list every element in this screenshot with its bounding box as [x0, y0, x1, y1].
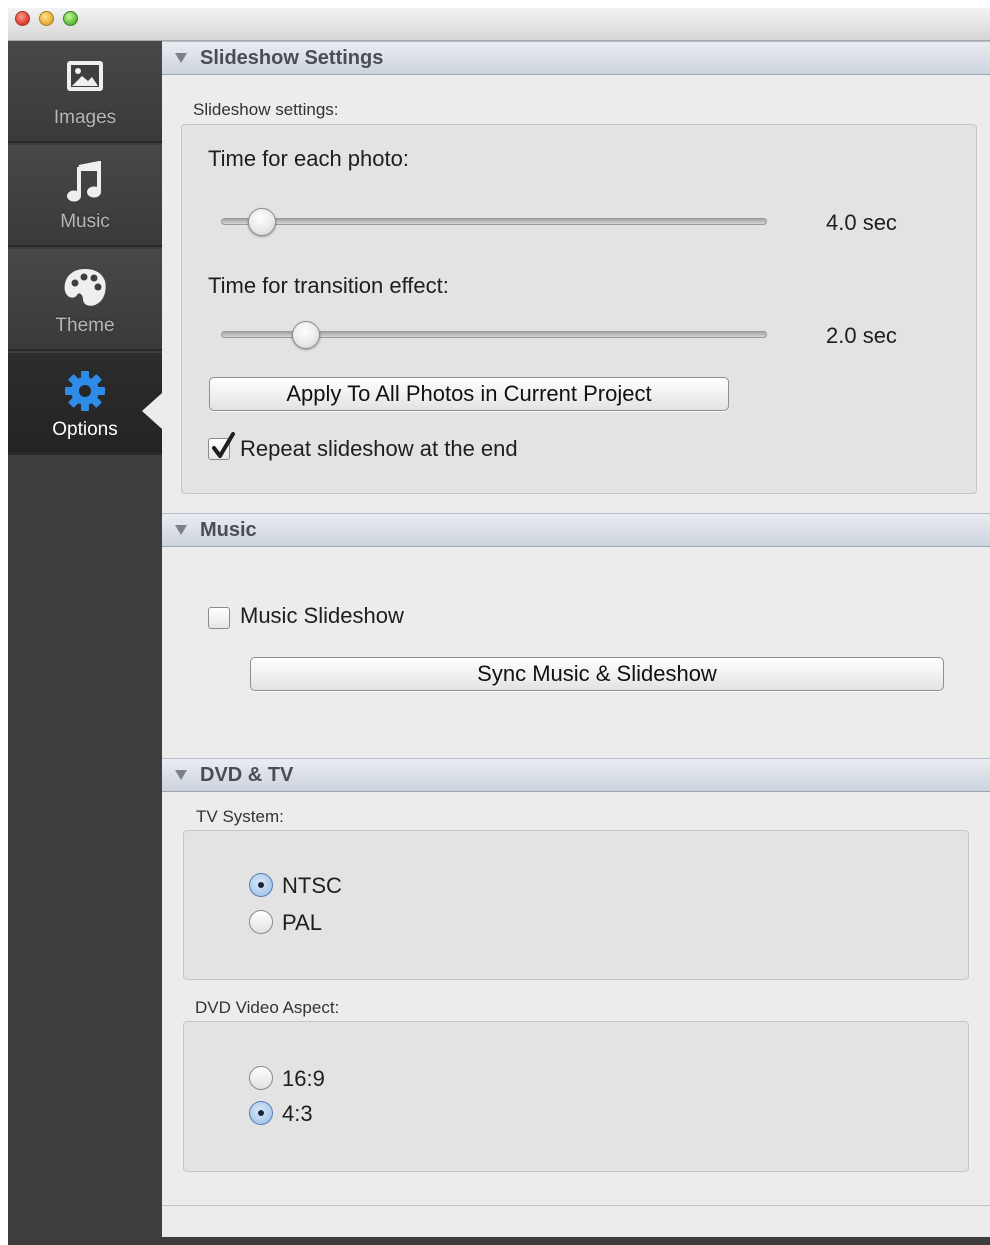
app-window: Images Music Theme Options Slideshow Set…: [8, 8, 990, 1245]
section-header-dvd-tv[interactable]: DVD & TV: [162, 758, 990, 792]
tv-system-box: NTSC PAL: [183, 830, 969, 980]
aspect-16-9-radio[interactable]: [249, 1066, 273, 1090]
repeat-slideshow-checkbox[interactable]: [208, 432, 235, 460]
transition-time-label: Time for transition effect:: [208, 273, 449, 298]
sidebar-item-label: Music: [60, 211, 110, 232]
transition-time-value: 2.0 sec: [826, 323, 897, 348]
pal-label: PAL: [282, 910, 322, 935]
bottom-bar: [162, 1237, 990, 1245]
radio-selected-dot: [258, 882, 264, 888]
minimize-window-button[interactable]: [39, 11, 54, 26]
gear-icon: [65, 371, 105, 411]
repeat-slideshow-label: Repeat slideshow at the end: [240, 436, 518, 461]
tv-system-label: TV System:: [196, 807, 284, 826]
pal-radio[interactable]: [249, 910, 273, 934]
section-title: Slideshow Settings: [200, 47, 384, 69]
photo-time-slider-knob[interactable]: [248, 208, 277, 236]
music-slideshow-checkbox[interactable]: [208, 607, 230, 629]
disclosure-triangle-icon: [175, 53, 187, 63]
radio-selected-dot: [258, 1110, 264, 1116]
aspect-4-3-radio[interactable]: [249, 1101, 273, 1125]
sidebar-item-label: Theme: [55, 315, 115, 336]
ntsc-radio[interactable]: [249, 873, 273, 897]
aspect-4-3-label: 4:3: [282, 1101, 313, 1126]
photo-time-label: Time for each photo:: [208, 146, 409, 171]
sidebar-item-music[interactable]: Music: [8, 145, 162, 247]
transition-time-slider-knob[interactable]: [291, 321, 320, 349]
sidebar-item-theme[interactable]: Theme: [8, 249, 162, 351]
sidebar-item-options[interactable]: Options: [8, 353, 162, 455]
aspect-16-9-label: 16:9: [282, 1066, 325, 1091]
image-icon: [67, 61, 103, 91]
checkmark-icon: [212, 432, 235, 458]
bottom-divider: [162, 1205, 990, 1206]
sidebar-item-label: Options: [52, 419, 118, 440]
music-note-icon: [67, 161, 101, 202]
section-header-music[interactable]: Music: [162, 513, 990, 547]
sync-music-button[interactable]: Sync Music & Slideshow: [250, 657, 944, 691]
photo-time-value: 4.0 sec: [826, 210, 897, 235]
section-title: DVD & TV: [200, 764, 294, 786]
title-bar: [8, 8, 990, 41]
slideshow-settings-box: Time for each photo: 4.0 sec Time for tr…: [181, 124, 977, 494]
sidebar-item-images[interactable]: Images: [8, 41, 162, 143]
dvd-aspect-label: DVD Video Aspect:: [195, 998, 340, 1017]
group-label-slideshow-settings: Slideshow settings:: [193, 100, 339, 119]
zoom-window-button[interactable]: [63, 11, 78, 26]
photo-time-slider[interactable]: [221, 218, 767, 225]
ntsc-label: NTSC: [282, 873, 342, 898]
section-header-slideshow-settings[interactable]: Slideshow Settings: [162, 41, 990, 75]
disclosure-triangle-icon: [175, 770, 187, 780]
music-slideshow-label: Music Slideshow: [240, 603, 404, 628]
options-panel: Slideshow Settings Slideshow settings: T…: [162, 41, 990, 1245]
disclosure-triangle-icon: [175, 525, 187, 535]
selection-pointer: [142, 393, 162, 429]
close-window-button[interactable]: [15, 11, 30, 26]
sidebar: Images Music Theme Options: [8, 41, 162, 1245]
section-title: Music: [200, 519, 257, 541]
sidebar-item-label: Images: [53, 107, 117, 128]
palette-icon: [64, 269, 106, 306]
dvd-aspect-box: 16:9 4:3: [183, 1021, 969, 1172]
apply-to-all-button[interactable]: Apply To All Photos in Current Project: [209, 377, 729, 411]
